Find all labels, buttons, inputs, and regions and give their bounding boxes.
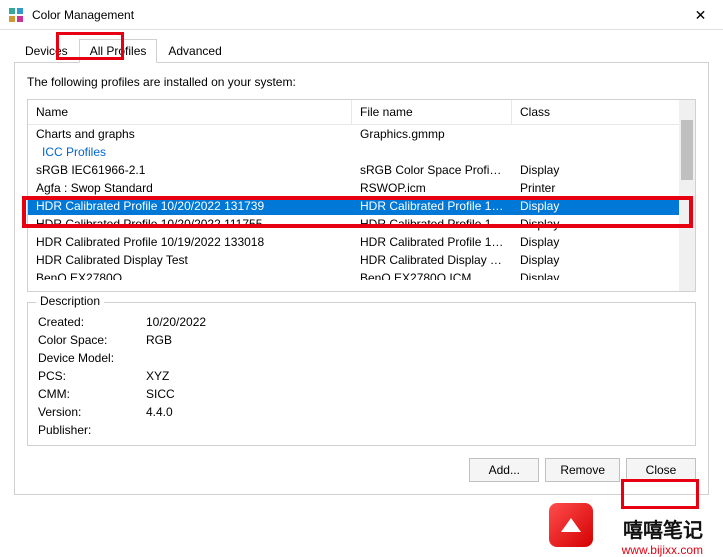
cell-name: BenQ EX2780Q (28, 269, 352, 280)
cell-name: HDR Calibrated Profile 10/20/2022 111755 (28, 215, 352, 233)
list-item[interactable]: sRGB IEC61966-2.1sRGB Color Space Profil… (28, 161, 695, 179)
cell-file: HDR Calibrated Profile 10-... (352, 215, 512, 233)
list-item[interactable]: HDR Calibrated Profile 10/19/2022 133018… (28, 233, 695, 251)
cell-name: Agfa : Swop Standard (28, 179, 352, 197)
cell-class: Printer (512, 179, 695, 197)
add-button[interactable]: Add... (469, 458, 539, 482)
description-heading: Description (36, 294, 104, 308)
watermark-logo (549, 503, 593, 547)
list-item[interactable]: Charts and graphsGraphics.gmmp (28, 125, 695, 143)
tab-bar: Devices All Profiles Advanced (14, 39, 709, 63)
list-item[interactable]: HDR Calibrated Profile 10/20/2022 131739… (28, 197, 695, 215)
desc-value: 10/20/2022 (146, 315, 685, 329)
desc-label: PCS: (38, 369, 146, 383)
app-icon (8, 7, 24, 23)
remove-button[interactable]: Remove (545, 458, 620, 482)
column-header-name[interactable]: Name (28, 100, 352, 124)
cell-file: HDR Calibrated Display Tes... (352, 251, 512, 269)
cell-file: HDR Calibrated Profile 10-... (352, 197, 512, 215)
cell-class: Display (512, 269, 695, 280)
cell-name: HDR Calibrated Display Test (28, 251, 352, 269)
desc-value: SICC (146, 387, 685, 401)
desc-value: RGB (146, 333, 685, 347)
cell-file: BenQ EX2780Q.ICM (352, 269, 512, 280)
list-item[interactable]: HDR Calibrated Display TestHDR Calibrate… (28, 251, 695, 269)
cell-name: HDR Calibrated Profile 10/20/2022 131739 (28, 197, 352, 215)
tab-advanced[interactable]: Advanced (157, 39, 232, 63)
cell-name: Charts and graphs (28, 125, 352, 143)
column-header-class[interactable]: Class (512, 100, 695, 124)
cell-class: Display (512, 215, 695, 233)
cell-class: Display (512, 233, 695, 251)
watermark-text: 嘻嘻笔记 (623, 514, 703, 543)
intro-text: The following profiles are installed on … (27, 75, 696, 89)
close-button[interactable]: Close (626, 458, 696, 482)
cell-class (512, 143, 695, 161)
window-title: Color Management (32, 8, 134, 22)
desc-label: Publisher: (38, 423, 146, 437)
description-group: Description Created:10/20/2022Color Spac… (27, 302, 696, 446)
list-item[interactable]: BenQ EX2780QBenQ EX2780Q.ICMDisplay (28, 269, 695, 280)
scrollbar-thumb[interactable] (681, 120, 693, 180)
profiles-list: Name File name Class Charts and graphsGr… (27, 99, 696, 292)
desc-value: 4.4.0 (146, 405, 685, 419)
cell-class (512, 125, 695, 143)
window-close-button[interactable]: ✕ (678, 0, 723, 30)
titlebar: Color Management ✕ (0, 0, 723, 30)
cell-file: sRGB Color Space Profile.ic... (352, 161, 512, 179)
list-item[interactable]: HDR Calibrated Profile 10/20/2022 111755… (28, 215, 695, 233)
desc-value (146, 423, 685, 437)
cell-file (352, 143, 512, 161)
cell-class: Display (512, 251, 695, 269)
list-scrollbar[interactable] (679, 100, 695, 291)
desc-label: Created: (38, 315, 146, 329)
cell-name: ICC Profiles (28, 143, 352, 161)
desc-value (146, 351, 685, 365)
desc-label: CMM: (38, 387, 146, 401)
list-header: Name File name Class (28, 100, 695, 125)
cell-file: HDR Calibrated Profile 10-... (352, 233, 512, 251)
list-group-header: ICC Profiles (28, 143, 695, 161)
cell-file: RSWOP.icm (352, 179, 512, 197)
cell-name: HDR Calibrated Profile 10/19/2022 133018 (28, 233, 352, 251)
list-item[interactable]: Agfa : Swop StandardRSWOP.icmPrinter (28, 179, 695, 197)
desc-label: Device Model: (38, 351, 146, 365)
cell-class: Display (512, 197, 695, 215)
desc-label: Version: (38, 405, 146, 419)
cell-name: sRGB IEC61966-2.1 (28, 161, 352, 179)
column-header-file[interactable]: File name (352, 100, 512, 124)
desc-value: XYZ (146, 369, 685, 383)
cell-class: Display (512, 161, 695, 179)
desc-label: Color Space: (38, 333, 146, 347)
cell-file: Graphics.gmmp (352, 125, 512, 143)
tab-devices[interactable]: Devices (14, 39, 79, 63)
tab-all-profiles[interactable]: All Profiles (79, 39, 158, 63)
